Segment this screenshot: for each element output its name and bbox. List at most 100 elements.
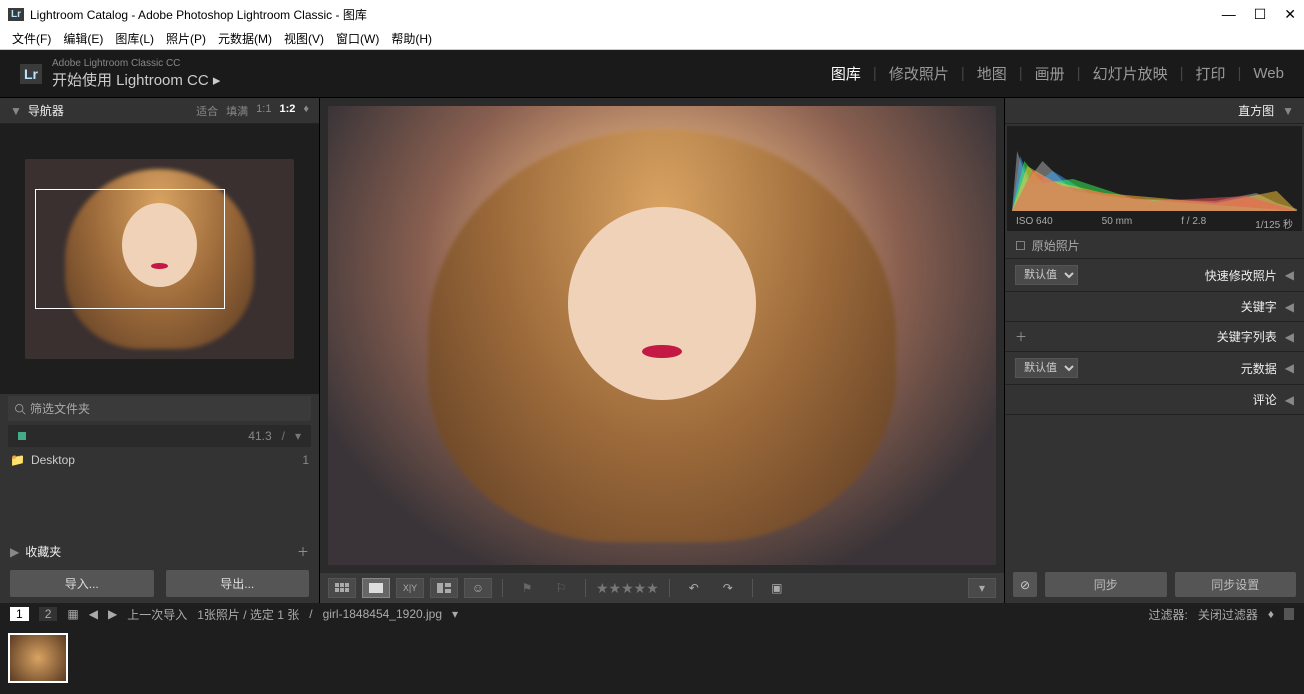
chevron-down-icon[interactable]: ▾ (295, 429, 301, 443)
volume-row[interactable]: 41.3 / ▾ (8, 425, 311, 447)
folder-desktop[interactable]: 📁 Desktop 1 (0, 449, 319, 471)
titlebar: Lr Lightroom Catalog - Adobe Photoshop L… (0, 0, 1304, 28)
menu-file[interactable]: 文件(F) (8, 30, 55, 47)
people-view-button[interactable]: ☺ (464, 578, 492, 598)
next-icon[interactable]: ▶ (108, 607, 117, 621)
histo-focal: 50 mm (1102, 216, 1133, 231)
chevron-right-icon: ▶ (10, 545, 19, 559)
loupe-view-button[interactable] (362, 578, 390, 598)
breadcrumb-dropdown-icon[interactable]: ▾ (452, 607, 458, 621)
keywords-header[interactable]: 关键字 ◀ (1005, 292, 1304, 322)
sync-settings-button[interactable]: 同步设置 (1175, 572, 1297, 597)
module-library[interactable]: 图库 (831, 63, 861, 84)
module-map[interactable]: 地图 (977, 63, 1007, 84)
keyword-list-label: 关键字列表 (1035, 328, 1277, 345)
import-button[interactable]: 导入... (10, 570, 154, 597)
rotate-cw-icon[interactable]: ↷ (714, 578, 742, 598)
sync-toggle-icon[interactable]: ⊘ (1013, 572, 1037, 597)
volume-free: 41.3 (248, 429, 271, 443)
add-keyword-icon[interactable]: ＋ (1015, 328, 1027, 345)
rotate-ccw-icon[interactable]: ↶ (680, 578, 708, 598)
export-button[interactable]: 导出... (166, 570, 310, 597)
module-book[interactable]: 画册 (1035, 63, 1065, 84)
checkbox-icon: ☐ (1015, 239, 1026, 253)
loupe-view[interactable] (320, 98, 1004, 573)
close-icon[interactable]: ✕ (1284, 6, 1296, 23)
quickdev-header[interactable]: 默认值 快速修改照片 ◀ (1005, 258, 1304, 292)
navigator-crop-frame[interactable] (35, 189, 225, 309)
left-panel: ▼ 导航器 适合 填满 1:1 1:2 ♦ 筛选文件夹 (0, 98, 320, 603)
folder-filter[interactable]: 筛选文件夹 (8, 396, 311, 421)
rating-stars[interactable]: ★★★★★ (596, 580, 659, 597)
volume-status-icon (18, 432, 26, 440)
compare-view-button[interactable]: X|Y (396, 578, 424, 598)
crop-overlay-icon[interactable]: ▣ (763, 578, 791, 598)
prev-icon[interactable]: ◀ (89, 607, 98, 621)
metadata-preset-select[interactable]: 默认值 (1015, 358, 1078, 378)
nav-1-1[interactable]: 1:1 (256, 103, 271, 119)
module-slideshow[interactable]: 幻灯片放映 (1093, 63, 1168, 84)
chevron-left-icon: ◀ (1285, 393, 1294, 407)
screen-1[interactable]: 1 (10, 607, 29, 621)
filmstrip-header: 1 2 ▦ ◀ ▶ 上一次导入 1张照片 / 选定 1 张 / girl-184… (0, 603, 1304, 625)
flag-pick-icon[interactable]: ⚑ (513, 578, 541, 598)
menu-help[interactable]: 帮助(H) (387, 30, 436, 47)
quickdev-preset-select[interactable]: 默认值 (1015, 265, 1078, 285)
thumbnail-1[interactable] (8, 633, 68, 683)
breadcrumb-source[interactable]: 上一次导入 (127, 606, 187, 623)
menu-edit[interactable]: 编辑(E) (59, 30, 107, 47)
folder-name: Desktop (31, 453, 75, 467)
screen-2[interactable]: 2 (39, 607, 58, 621)
histogram-header[interactable]: 直方图 ▼ (1005, 98, 1304, 124)
comments-header[interactable]: 评论 ◀ (1005, 385, 1304, 415)
grid-view-button[interactable] (328, 578, 356, 598)
menu-window[interactable]: 窗口(W) (332, 30, 383, 47)
flag-reject-icon[interactable]: ⚐ (547, 578, 575, 598)
toolbar-dropdown-icon[interactable]: ▾ (968, 578, 996, 598)
histo-iso: ISO 640 (1016, 216, 1053, 231)
original-photo-checkbox[interactable]: ☐ 原始照片 (1005, 233, 1304, 258)
navigator-label: 导航器 (28, 102, 196, 119)
menu-photo[interactable]: 照片(P) (162, 30, 210, 47)
nav-fit[interactable]: 适合 (196, 103, 218, 119)
chevron-left-icon: ◀ (1285, 268, 1294, 282)
menu-metadata[interactable]: 元数据(M) (214, 30, 276, 47)
nav-zoom-dropdown-icon[interactable]: ♦ (303, 103, 309, 119)
brand-big[interactable]: 开始使用 Lightroom CC ▸ (52, 69, 831, 90)
search-icon (14, 403, 26, 415)
menu-view[interactable]: 视图(V) (280, 30, 328, 47)
volume-name (32, 429, 242, 443)
menu-library[interactable]: 图库(L) (111, 30, 158, 47)
histo-aperture: f / 2.8 (1181, 216, 1206, 231)
filter-value[interactable]: 关闭过滤器 (1198, 606, 1258, 623)
module-print[interactable]: 打印 (1196, 63, 1226, 84)
grid-icon[interactable]: ▦ (67, 607, 78, 621)
keyword-list-header[interactable]: ＋ 关键字列表 ◀ (1005, 322, 1304, 352)
nav-1-2[interactable]: 1:2 (279, 103, 295, 119)
survey-view-button[interactable] (430, 578, 458, 598)
quickdev-label: 快速修改照片 (1086, 267, 1277, 284)
metadata-label: 元数据 (1086, 360, 1277, 377)
breadcrumb-filename: girl-1848454_1920.jpg (323, 607, 442, 621)
module-web[interactable]: Web (1253, 65, 1284, 82)
minimize-icon[interactable]: — (1222, 6, 1236, 23)
navigator-header[interactable]: ▼ 导航器 适合 填满 1:1 1:2 ♦ (0, 98, 319, 124)
metadata-header[interactable]: 默认值 元数据 ◀ (1005, 352, 1304, 385)
histogram-label: 直方图 (1238, 102, 1274, 119)
sync-button[interactable]: 同步 (1045, 572, 1167, 597)
collections-header[interactable]: ▶ 收藏夹 ＋ (0, 539, 319, 564)
navigator-preview[interactable] (0, 124, 319, 394)
app-icon: Lr (8, 8, 24, 21)
histogram[interactable]: ISO 640 50 mm f / 2.8 1/125 秒 (1007, 126, 1302, 231)
filter-lock-icon[interactable] (1284, 608, 1294, 620)
filmstrip[interactable] (0, 625, 1304, 694)
nav-fill[interactable]: 填满 (226, 103, 248, 119)
chevron-left-icon: ◀ (1285, 361, 1294, 375)
module-develop[interactable]: 修改照片 (889, 63, 949, 84)
menubar: 文件(F) 编辑(E) 图库(L) 照片(P) 元数据(M) 视图(V) 窗口(… (0, 28, 1304, 50)
filter-dropdown-icon[interactable]: ♦ (1268, 607, 1274, 621)
maximize-icon[interactable]: ☐ (1254, 6, 1267, 23)
chevron-down-icon: ▼ (1282, 104, 1294, 118)
histo-shutter: 1/125 秒 (1255, 216, 1293, 231)
add-collection-icon[interactable]: ＋ (297, 543, 309, 560)
